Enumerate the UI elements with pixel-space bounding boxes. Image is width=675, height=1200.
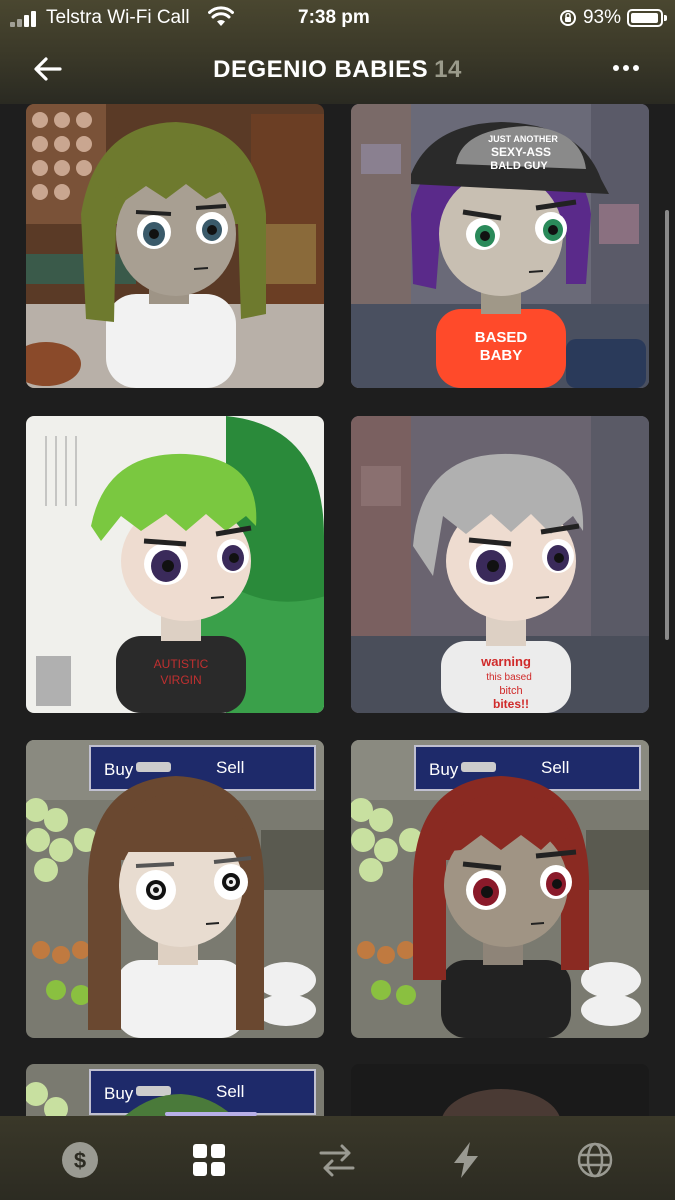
- nft-card[interactable]: [26, 104, 324, 388]
- battery-percent: 93%: [582, 7, 621, 28]
- bottom-tab-bar: $: [0, 1116, 675, 1200]
- clock: 7:38 pm: [298, 7, 370, 28]
- sign-buy: Buy: [429, 760, 459, 779]
- nft-image: warning this based bitch bites!!: [351, 416, 649, 713]
- tee-slogan: AUTISTIC: [154, 657, 209, 671]
- page-title: DEGENIO BABIES 14: [0, 56, 675, 84]
- tee-slogan: VIRGIN: [160, 673, 201, 687]
- sign-sell: Sell: [541, 758, 569, 777]
- cap-slogan: SEXY-ASS: [491, 145, 551, 159]
- nft-image: [351, 1064, 649, 1116]
- wifi-icon: [208, 6, 234, 26]
- more-options-icon[interactable]: [611, 58, 641, 78]
- swap-icon[interactable]: [315, 1138, 359, 1182]
- nft-image: Buy Sell: [26, 740, 324, 1038]
- grid-icon[interactable]: [187, 1138, 231, 1182]
- nft-grid: BASED BABY JUST ANOTHER SEXY-ASS BALD GU…: [0, 104, 675, 1116]
- cap-slogan: BALD GUY: [490, 160, 548, 172]
- cap-slogan: JUST ANOTHER: [488, 134, 558, 144]
- carrier-name: Telstra Wi-Fi Call: [46, 7, 190, 28]
- sign-sell: Sell: [216, 758, 244, 777]
- svg-text:$: $: [74, 1148, 86, 1173]
- collection-name: DEGENIO BABIES: [213, 56, 429, 83]
- nft-card[interactable]: Buy Sell: [351, 740, 649, 1038]
- nft-card[interactable]: [351, 1064, 649, 1116]
- nft-image: Buy Sell: [351, 740, 649, 1038]
- nft-card[interactable]: AUTISTIC VIRGIN: [26, 416, 324, 713]
- sign-buy: Buy: [104, 1084, 134, 1103]
- tee-slogan: BASED: [475, 329, 528, 346]
- dollar-icon[interactable]: $: [58, 1138, 102, 1182]
- nft-image: Buy Sell: [26, 1064, 324, 1116]
- sign-sell: Sell: [216, 1082, 244, 1101]
- nft-image: AUTISTIC VIRGIN: [26, 416, 324, 713]
- battery-icon: [627, 9, 667, 27]
- tee-slogan: this based: [486, 672, 532, 683]
- nft-image: [26, 104, 324, 388]
- nft-card[interactable]: warning this based bitch bites!!: [351, 416, 649, 713]
- tee-slogan: warning: [480, 654, 531, 669]
- tee-slogan: bites!!: [493, 697, 529, 711]
- navigation-bar: DEGENIO BABIES 14: [0, 44, 675, 96]
- sign-buy: Buy: [104, 760, 134, 779]
- nft-card[interactable]: BASED BABY JUST ANOTHER SEXY-ASS BALD GU…: [351, 104, 649, 388]
- tee-slogan: BABY: [480, 347, 523, 364]
- nft-image: BASED BABY JUST ANOTHER SEXY-ASS BALD GU…: [351, 104, 649, 388]
- orientation-lock-icon: [559, 10, 576, 26]
- globe-icon[interactable]: [573, 1138, 617, 1182]
- scrollbar[interactable]: [665, 210, 669, 640]
- tee-slogan: bitch: [499, 685, 522, 697]
- top-bar: Telstra Wi-Fi Call 7:38 pm 93% DEGENIO B…: [0, 0, 675, 104]
- status-bar: Telstra Wi-Fi Call 7:38 pm 93%: [0, 0, 675, 36]
- battery-status: 93%: [559, 7, 667, 29]
- collection-count: 14: [434, 56, 462, 83]
- nft-card[interactable]: Buy Sell: [26, 740, 324, 1038]
- lightning-icon[interactable]: [444, 1138, 488, 1182]
- nft-card[interactable]: Buy Sell: [26, 1064, 324, 1116]
- cellular-signal-icon: [10, 9, 40, 27]
